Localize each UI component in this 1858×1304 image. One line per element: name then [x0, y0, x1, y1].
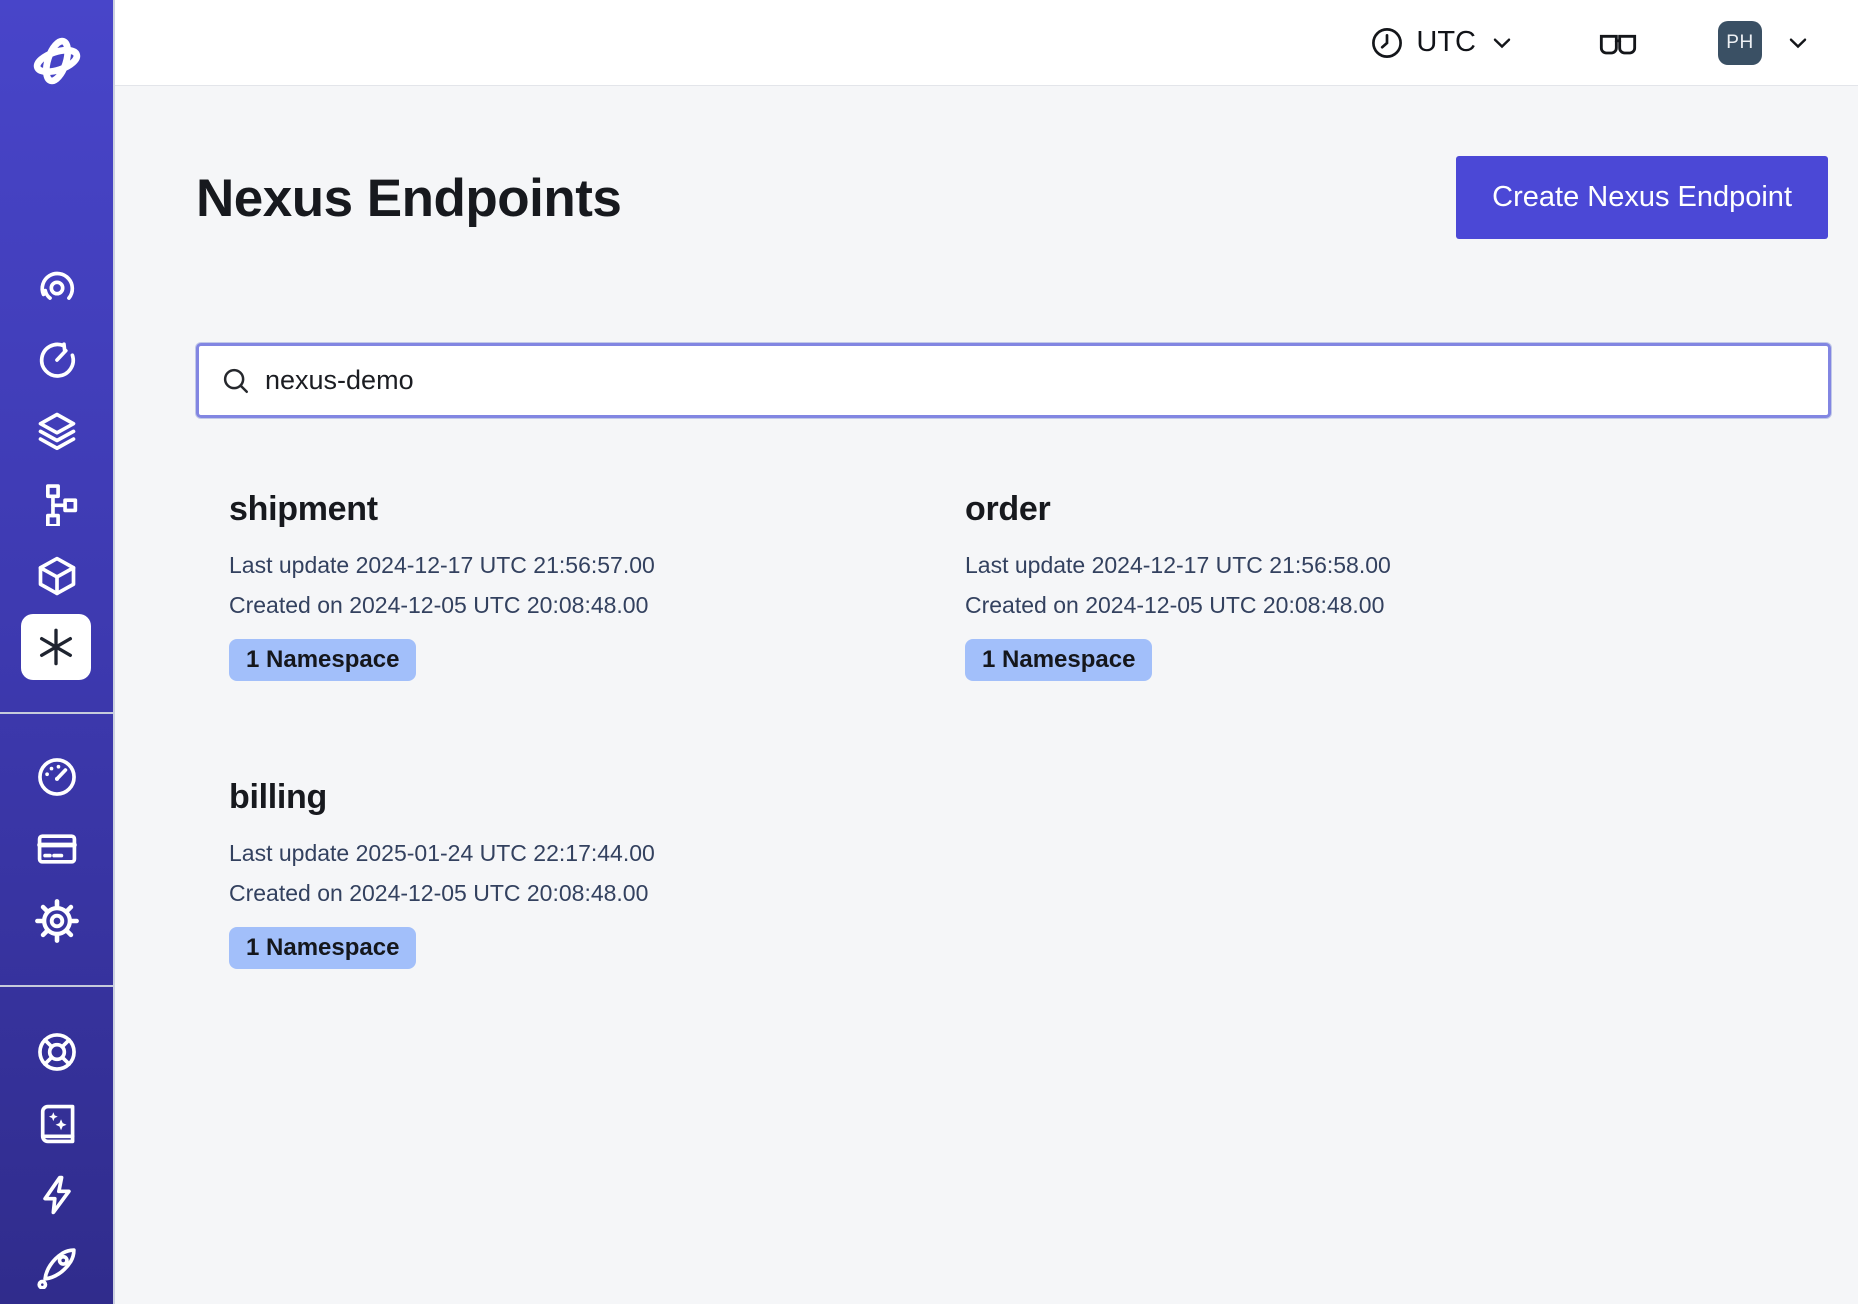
nexus-icon — [36, 627, 76, 667]
temporal-logo-icon — [26, 30, 88, 92]
sidebar-item-batch-operations[interactable] — [0, 479, 113, 529]
namespace-count-badge: 1 Namespace — [229, 639, 416, 681]
app-window: UTC PH Nexus Endpoints Create Nexus — [0, 0, 1858, 1304]
endpoint-card-shipment[interactable]: shipment Last update 2024-12-17 UTC 21:5… — [229, 490, 965, 681]
endpoint-created-on: Created on 2024-12-05 UTC 20:08:48.00 — [229, 873, 965, 913]
endpoint-card-billing[interactable]: billing Last update 2025-01-24 UTC 22:17… — [229, 778, 965, 969]
namespaces-icon — [35, 554, 79, 598]
sidebar-item-settings[interactable] — [0, 896, 113, 946]
search-icon — [221, 366, 251, 396]
sidebar-divider — [0, 985, 113, 987]
usage-icon — [35, 755, 79, 799]
main-content: Nexus Endpoints Create Nexus Endpoint sh… — [115, 86, 1858, 1304]
sidebar-item-billing[interactable] — [0, 824, 113, 874]
sidebar-item-getting-started[interactable] — [0, 1242, 113, 1292]
account-menu[interactable]: PH — [1718, 21, 1812, 65]
topbar: UTC PH — [115, 0, 1858, 86]
sidebar — [0, 0, 115, 1304]
chevron-down-icon — [1488, 29, 1516, 57]
docs-icon — [35, 1102, 79, 1146]
timezone-label: UTC — [1416, 26, 1476, 59]
sidebar-item-docs[interactable] — [0, 1099, 113, 1149]
avatar: PH — [1718, 21, 1762, 65]
namespace-count-badge: 1 Namespace — [965, 639, 1152, 681]
page-title: Nexus Endpoints — [196, 168, 621, 229]
timezone-picker[interactable]: UTC — [1370, 26, 1516, 60]
support-icon — [35, 1030, 79, 1074]
endpoint-last-update: Last update 2024-12-17 UTC 21:56:57.00 — [229, 545, 965, 585]
sidebar-item-deployments[interactable] — [0, 406, 113, 456]
endpoint-last-update: Last update 2024-12-17 UTC 21:56:58.00 — [965, 545, 1701, 585]
sidebar-item-namespaces[interactable] — [0, 551, 113, 601]
sidebar-item-support[interactable] — [0, 1027, 113, 1077]
chevron-down-icon — [1784, 29, 1812, 57]
endpoint-last-update: Last update 2025-01-24 UTC 22:17:44.00 — [229, 833, 965, 873]
batch-operations-icon — [35, 482, 79, 526]
workflows-icon — [35, 266, 79, 310]
search-input[interactable] — [265, 365, 1806, 396]
endpoint-name: shipment — [229, 490, 965, 529]
home-logo-link[interactable] — [0, 30, 113, 92]
schedules-icon — [35, 338, 79, 382]
page-header: Nexus Endpoints Create Nexus Endpoint — [196, 156, 1828, 239]
sidebar-item-quick-actions[interactable] — [0, 1170, 113, 1220]
settings-icon — [35, 899, 79, 943]
endpoint-name: billing — [229, 778, 965, 817]
billing-icon — [35, 827, 79, 871]
avatar-initials: PH — [1726, 32, 1753, 54]
glasses-icon — [1598, 23, 1638, 63]
sidebar-divider — [0, 712, 113, 714]
search-bar — [196, 343, 1831, 418]
namespace-count-badge: 1 Namespace — [229, 927, 416, 969]
clock-icon — [1370, 26, 1404, 60]
getting-started-icon — [35, 1245, 79, 1289]
endpoint-name: order — [965, 490, 1701, 529]
quick-actions-icon — [35, 1173, 79, 1217]
endpoint-card-grid: shipment Last update 2024-12-17 UTC 21:5… — [229, 490, 1828, 969]
sidebar-item-usage[interactable] — [0, 752, 113, 802]
sidebar-item-schedules[interactable] — [0, 335, 113, 385]
endpoint-created-on: Created on 2024-12-05 UTC 20:08:48.00 — [229, 585, 965, 625]
labs-mode-toggle[interactable] — [1598, 23, 1638, 63]
endpoint-card-order[interactable]: order Last update 2024-12-17 UTC 21:56:5… — [965, 490, 1701, 681]
sidebar-item-nexus[interactable] — [21, 614, 91, 680]
deployments-icon — [35, 409, 79, 453]
sidebar-item-workflows[interactable] — [0, 263, 113, 313]
create-nexus-endpoint-button[interactable]: Create Nexus Endpoint — [1456, 156, 1828, 239]
endpoint-created-on: Created on 2024-12-05 UTC 20:08:48.00 — [965, 585, 1701, 625]
